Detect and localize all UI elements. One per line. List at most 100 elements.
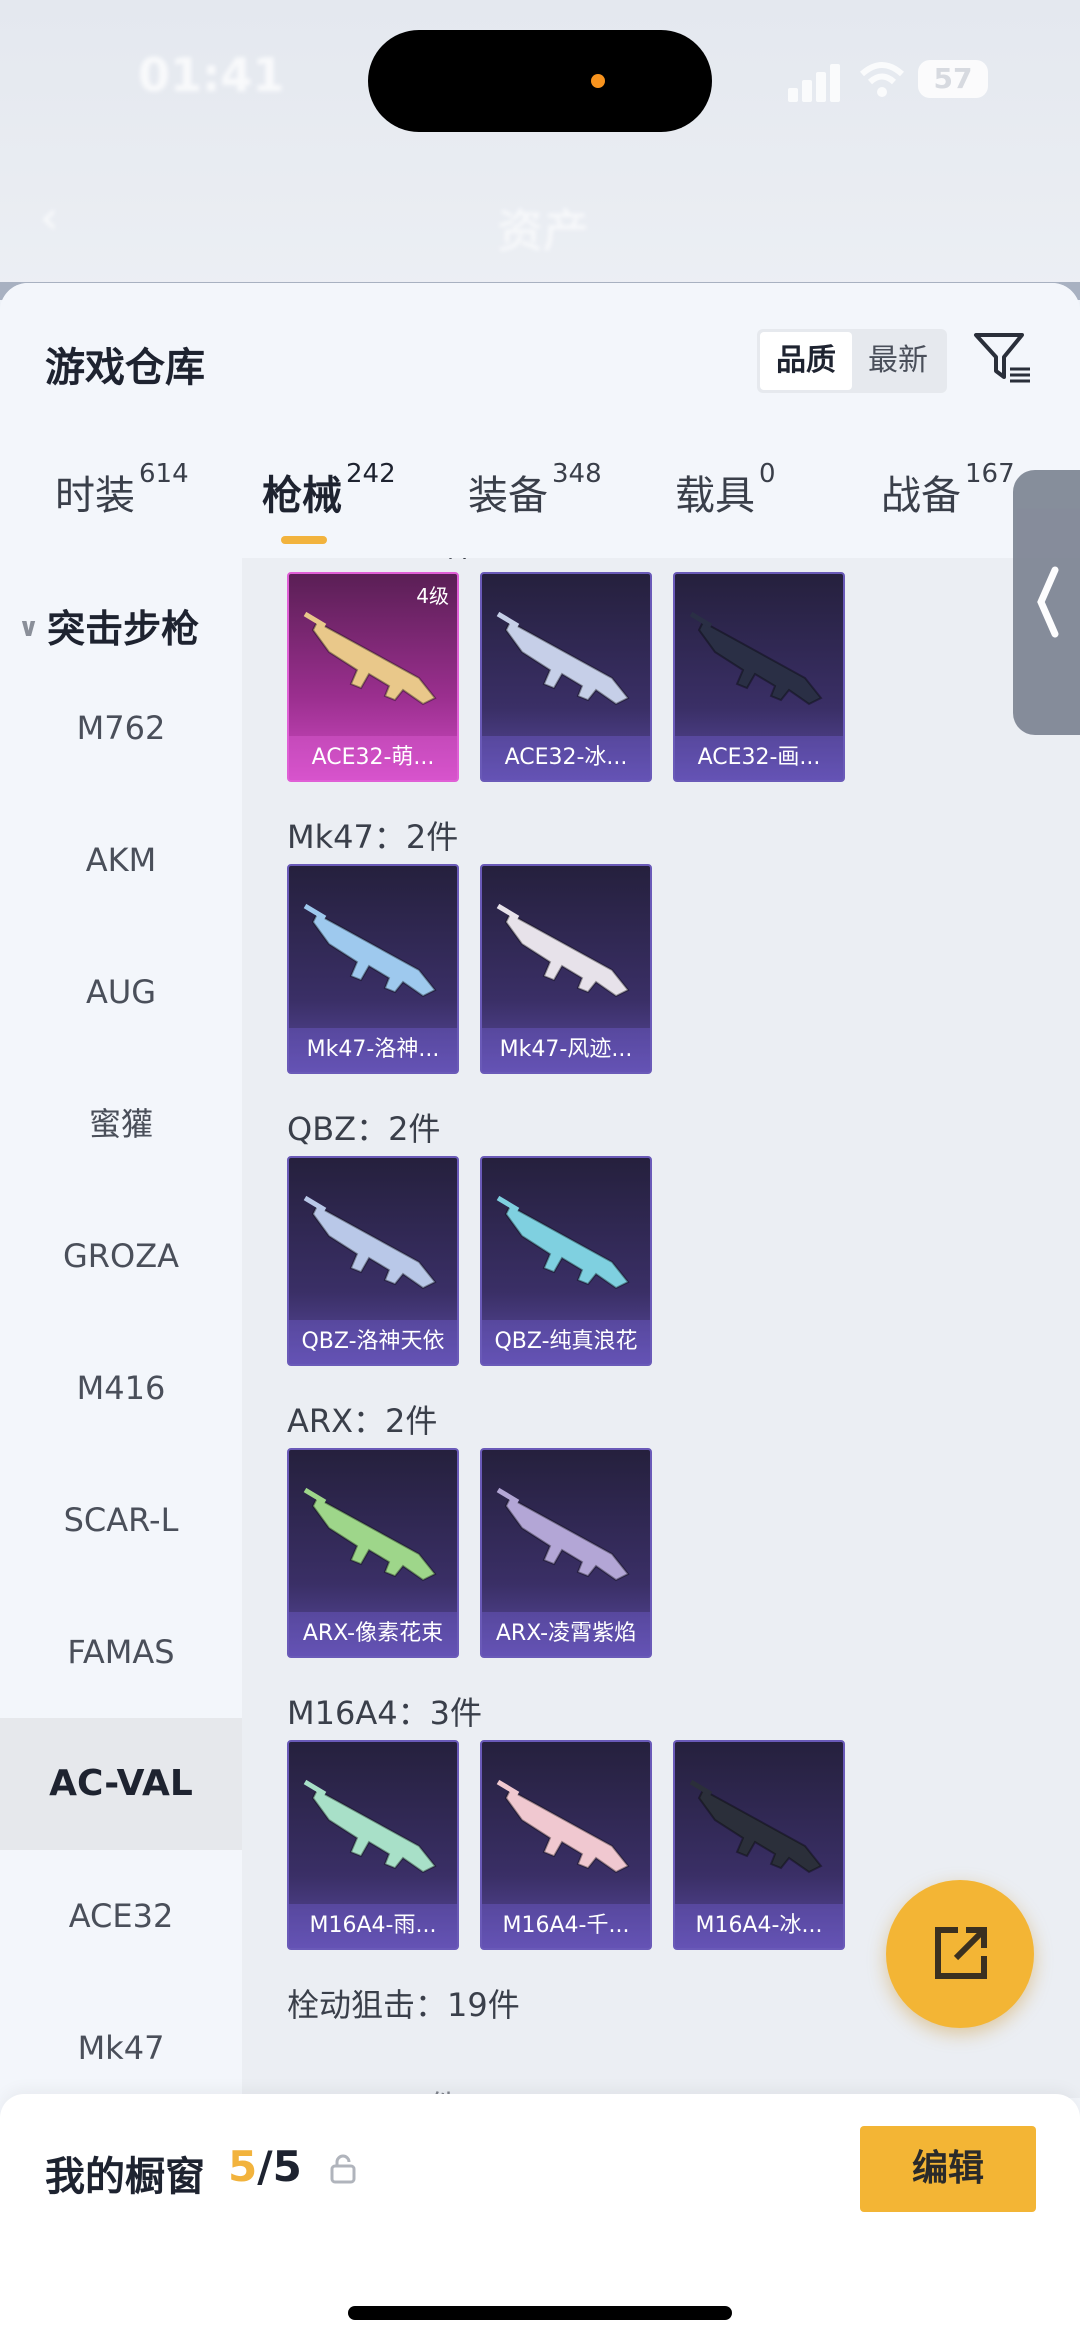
category-item[interactable]: AC-VAL	[0, 1718, 242, 1850]
category-item[interactable]: 蜜獾	[0, 1058, 242, 1190]
sort-latest-button[interactable]: 最新	[852, 332, 944, 390]
category-item[interactable]: AKM	[0, 794, 242, 926]
weapon-name: ACE32-画...	[675, 736, 843, 780]
dynamic-island	[368, 30, 712, 132]
weapon-card[interactable]: M16A4-千...	[480, 1740, 652, 1950]
filter-icon[interactable]	[970, 325, 1034, 389]
category-item[interactable]: M762	[0, 662, 242, 794]
weapon-card[interactable]: ACE32-冰...	[480, 572, 652, 782]
tab-count: 0	[759, 459, 776, 489]
weapon-card[interactable]: ARX-像素花束	[287, 1448, 459, 1658]
weapon-name: ACE32-冰...	[482, 736, 650, 780]
tab-count: 167	[965, 459, 1015, 489]
tab-supplies[interactable]: 战备 167	[881, 459, 1015, 553]
tab-count: 348	[552, 459, 602, 489]
tab-count: 242	[346, 459, 396, 489]
active-tab-indicator	[281, 536, 327, 544]
weapon-name: Mk47-风迹...	[482, 1028, 650, 1072]
showcase-bar: 我的橱窗 5/5 编辑	[0, 2094, 1080, 2341]
showcase-title: 我的橱窗	[45, 2154, 205, 2200]
signal-icon	[788, 88, 798, 102]
side-drawer-handle[interactable]	[1013, 470, 1080, 735]
category-group-header[interactable]: ∨ 突击步枪	[18, 598, 199, 653]
rifle-icon	[496, 903, 630, 998]
tab-label: 装备	[468, 473, 548, 519]
rifle-icon	[303, 1195, 437, 1290]
category-item[interactable]: SCAR-L	[0, 1454, 242, 1586]
rifle-icon	[303, 1487, 437, 1582]
tab-label: 载具	[675, 473, 755, 519]
signal-bar	[802, 80, 812, 102]
edit-button[interactable]: 编辑	[860, 2126, 1036, 2212]
tab-label: 枪械	[262, 473, 342, 519]
external-link-icon	[935, 1927, 987, 1979]
weapon-category-list: ∨ 突击步枪 M762 AKM AUG 蜜獾 GROZA M416 SCAR-L FAMAS AC…	[0, 558, 242, 2067]
rifle-icon	[496, 1487, 630, 1582]
rifle-icon	[689, 611, 823, 706]
weapon-card[interactable]: Mk47-洛神...	[287, 864, 459, 1074]
signal-bar	[830, 64, 840, 102]
weapon-name: ARX-像素花束	[289, 1612, 457, 1656]
showcase-current: 5	[228, 2142, 258, 2191]
recording-indicator	[591, 74, 605, 88]
back-icon[interactable]: ‹	[40, 190, 58, 244]
section-label: ACE32：3件	[287, 558, 476, 566]
status-time: 01:41	[138, 48, 285, 102]
tab-count: 614	[139, 459, 189, 489]
category-item[interactable]: M416	[0, 1322, 242, 1454]
category-item[interactable]: GROZA	[0, 1190, 242, 1322]
share-button[interactable]	[886, 1880, 1034, 2028]
tab-label: 时装	[55, 473, 135, 519]
rifle-icon	[303, 1779, 437, 1874]
weapon-card[interactable]: Mk47-风迹...	[480, 864, 652, 1074]
section-label: M16A4：3件	[287, 1694, 482, 1732]
sort-toggle: 品质 最新	[757, 329, 947, 393]
section-label: ARX：2件	[287, 1402, 438, 1440]
weapon-card[interactable]: M16A4-雨...	[287, 1740, 459, 1950]
battery-icon: 57	[918, 60, 988, 98]
category-group-label: 突击步枪	[47, 607, 200, 651]
weapon-name: Mk47-洛神...	[289, 1028, 457, 1072]
tab-label: 战备	[881, 473, 961, 519]
signal-bar	[816, 72, 826, 102]
rifle-icon	[496, 611, 630, 706]
showcase-total: /5	[257, 2142, 302, 2191]
weapon-name: M16A4-雨...	[289, 1904, 457, 1948]
wifi-icon	[859, 62, 905, 97]
weapon-card[interactable]: ACE32-画...	[673, 572, 845, 782]
section-label: 栓动狙击：19件	[287, 1986, 520, 2024]
chevron-down-icon: ∨	[18, 612, 40, 643]
chevron-left-icon	[1037, 566, 1059, 638]
home-indicator	[348, 2306, 732, 2320]
rifle-icon	[303, 903, 437, 998]
background-title: 资产	[497, 204, 589, 258]
weapon-card[interactable]: 4级 ACE32-萌...	[287, 572, 459, 782]
category-tabs: 时装 614 枪械 242 装备 348 载具 0 战备 167	[0, 459, 1080, 553]
rifle-icon	[303, 611, 437, 706]
weapon-card[interactable]: ARX-凌霄紫焰	[480, 1448, 652, 1658]
weapon-grid: ACE32：3件 4级 ACE32-萌... ACE32-冰... ACE32-画...…	[242, 558, 1080, 2098]
weapon-name: M16A4-冰...	[675, 1904, 843, 1948]
weapon-name: QBZ-纯真浪花	[482, 1320, 650, 1364]
sheet-header: 游戏仓库 品质 最新 时装 614 枪械 242 装备 348 载具 0 战备 …	[0, 283, 1080, 558]
category-item[interactable]: AUG	[0, 926, 242, 1058]
weapon-name: ARX-凌霄紫焰	[482, 1612, 650, 1656]
weapon-card[interactable]: QBZ-纯真浪花	[480, 1156, 652, 1366]
lock-icon	[330, 2154, 356, 2184]
sheet-title: 游戏仓库	[45, 345, 205, 391]
tab-equipment[interactable]: 装备 348	[468, 459, 602, 553]
rifle-icon	[689, 1779, 823, 1874]
rifle-icon	[496, 1195, 630, 1290]
category-item[interactable]: FAMAS	[0, 1586, 242, 1718]
tab-vehicles[interactable]: 载具 0	[675, 459, 776, 553]
weapon-card[interactable]: M16A4-冰...	[673, 1740, 845, 1950]
weapon-name: QBZ-洛神天依	[289, 1320, 457, 1364]
weapon-card[interactable]: QBZ-洛神天依	[287, 1156, 459, 1366]
tab-fashion[interactable]: 时装 614	[55, 459, 189, 553]
category-item[interactable]: ACE32	[0, 1850, 242, 1982]
section-label: Mk47：2件	[287, 818, 459, 856]
level-badge: 4级	[416, 584, 449, 608]
rifle-icon	[496, 1779, 630, 1874]
sort-quality-button[interactable]: 品质	[760, 332, 852, 390]
weapon-name: M16A4-千...	[482, 1904, 650, 1948]
